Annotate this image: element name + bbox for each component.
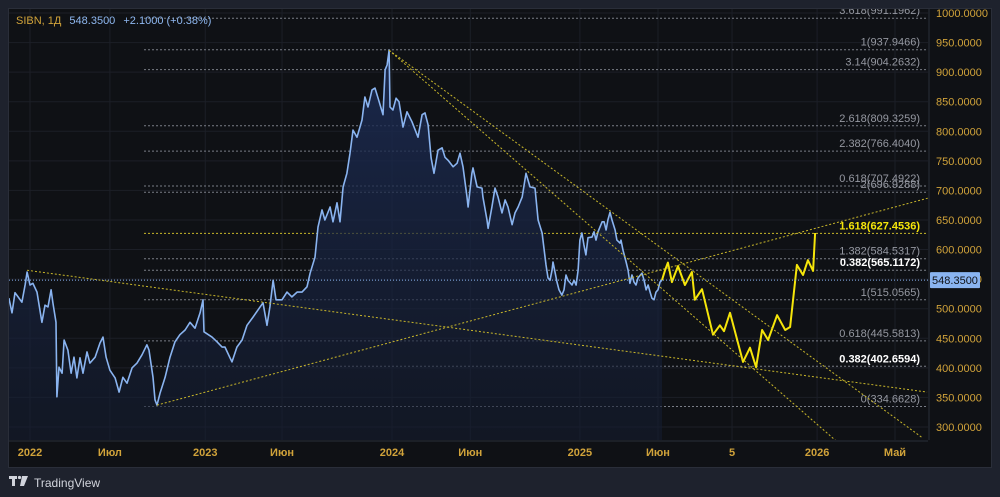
tradingview-logo-icon (9, 475, 29, 490)
price-chart[interactable]: 3.618(991.1962) 1(937.9466) 3.14(904.2632)… (0, 0, 1000, 497)
fib-level-label: 1(515.0565) (861, 287, 920, 299)
price-axis[interactable]: 1000.0000 950.0000 900.0000 850.0000 800.000… (930, 8, 988, 434)
price-area-fill (9, 50, 662, 440)
price-series (9, 49, 928, 440)
price-tick-label: 900.0000 (936, 67, 982, 79)
price-tick-label: 500.0000 (936, 304, 982, 316)
price-change: +2.1000 (+0.38%) (123, 15, 212, 27)
price-tick-label: 350.0000 (936, 392, 982, 404)
price-tick-label: 400.0000 (936, 363, 982, 375)
time-tick-label: 2025 (568, 447, 592, 459)
time-tick-label: 5 (729, 447, 735, 459)
fib-level-label: 3.618(991.1962) (839, 5, 920, 17)
price-tick-label: 700.0000 (936, 185, 982, 197)
time-tick-label: 2022 (18, 447, 42, 459)
time-tick-label: Июн (270, 447, 294, 459)
fib-level-label: 0.618(445.5813) (839, 328, 920, 340)
price-tick-label: 650.0000 (936, 215, 982, 227)
fib-level-label: 2.618(809.3259) (839, 113, 920, 125)
time-tick-label: 2023 (193, 447, 217, 459)
fib-level-label: 2.382(766.4040) (839, 138, 920, 150)
time-tick-label: Май (884, 447, 906, 459)
time-tick-label: Июн (458, 447, 482, 459)
tradingview-brand[interactable]: TradingView (9, 475, 100, 490)
price-tick-label: 950.0000 (936, 38, 982, 50)
price-tick-label: 600.0000 (936, 245, 982, 257)
price-tick-label: 300.0000 (936, 422, 982, 434)
last-price: 548.3500 (69, 15, 116, 27)
price-tick-label: 1000.0000 (936, 8, 988, 20)
time-tick-label: 2026 (805, 447, 829, 459)
brand-name: TradingView (34, 475, 101, 490)
fib-level-label: 1.382(584.5317) (839, 246, 920, 258)
time-axis[interactable]: 2022 Июл 2023 Июн 2024 Июн 2025 Июн 5 2026 Май (18, 447, 906, 459)
price-tick-label: 850.0000 (936, 97, 982, 109)
symbol-legend: SIBN, 1Д 548.3500 +2.1000 (+0.38%) (16, 15, 216, 27)
price-tick-label: 750.0000 (936, 156, 982, 168)
current-price-label: 548.3500 (932, 275, 978, 287)
fib-level-label: 0.382(565.1172) (840, 257, 920, 269)
fib-level-label: 2(696.9288) (861, 179, 920, 191)
symbol-name[interactable]: SIBN, 1Д (16, 15, 61, 27)
fib-level-label: 1(937.9466) (861, 37, 920, 49)
price-tick-label: 450.0000 (936, 333, 982, 345)
fib-level-label: 3.14(904.2632) (845, 57, 920, 69)
fib-level-label: 1.618(627.4536) (839, 220, 920, 232)
time-tick-label: Июн (646, 447, 670, 459)
price-tick-label: 800.0000 (936, 126, 982, 138)
time-tick-label: 2024 (380, 447, 405, 459)
fib-level-label: 0.382(402.6594) (839, 353, 920, 365)
time-tick-label: Июл (98, 447, 122, 459)
